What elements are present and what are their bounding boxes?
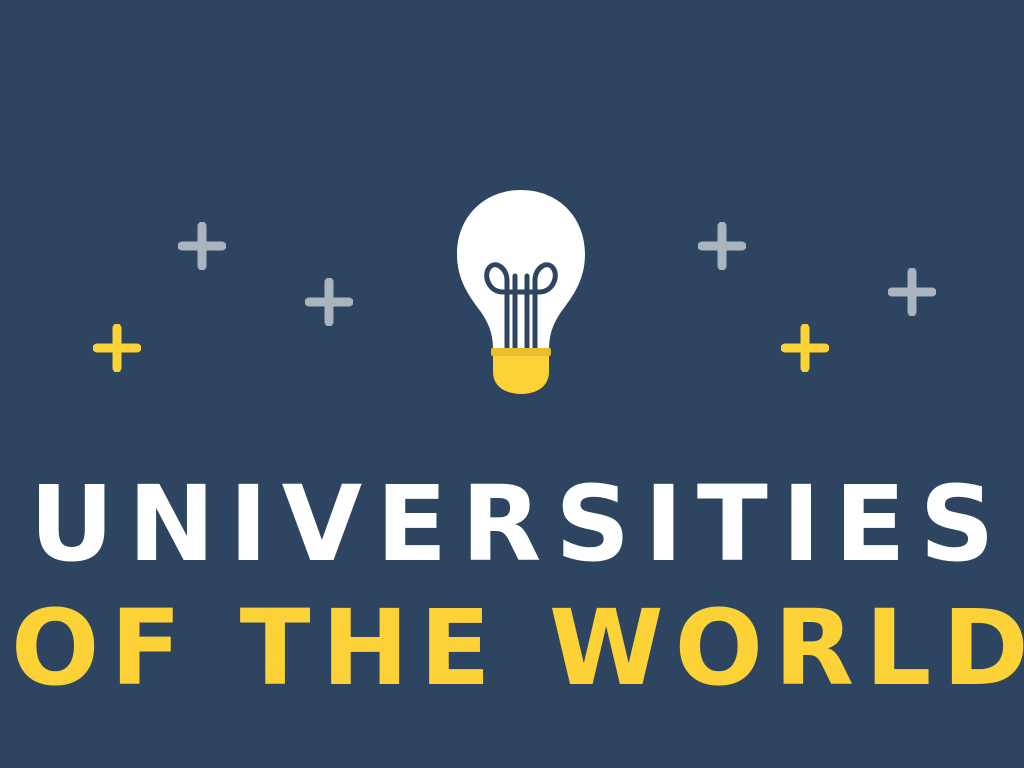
title-line-2: OF THE WORLD [11, 587, 1024, 709]
title-line-1: UNIVERSITIES [29, 463, 1009, 585]
plus-sparkle-icon [93, 324, 141, 372]
plus-sparkle-icon [698, 222, 746, 270]
plus-sparkle-icon [178, 222, 226, 270]
plus-sparkle-icon [305, 278, 353, 326]
poster: UNIVERSITIES OF THE WORLD [0, 0, 1024, 768]
plus-sparkle-icon [888, 268, 936, 316]
lightbulb-icon [457, 190, 585, 394]
plus-sparkle-icon [781, 324, 829, 372]
